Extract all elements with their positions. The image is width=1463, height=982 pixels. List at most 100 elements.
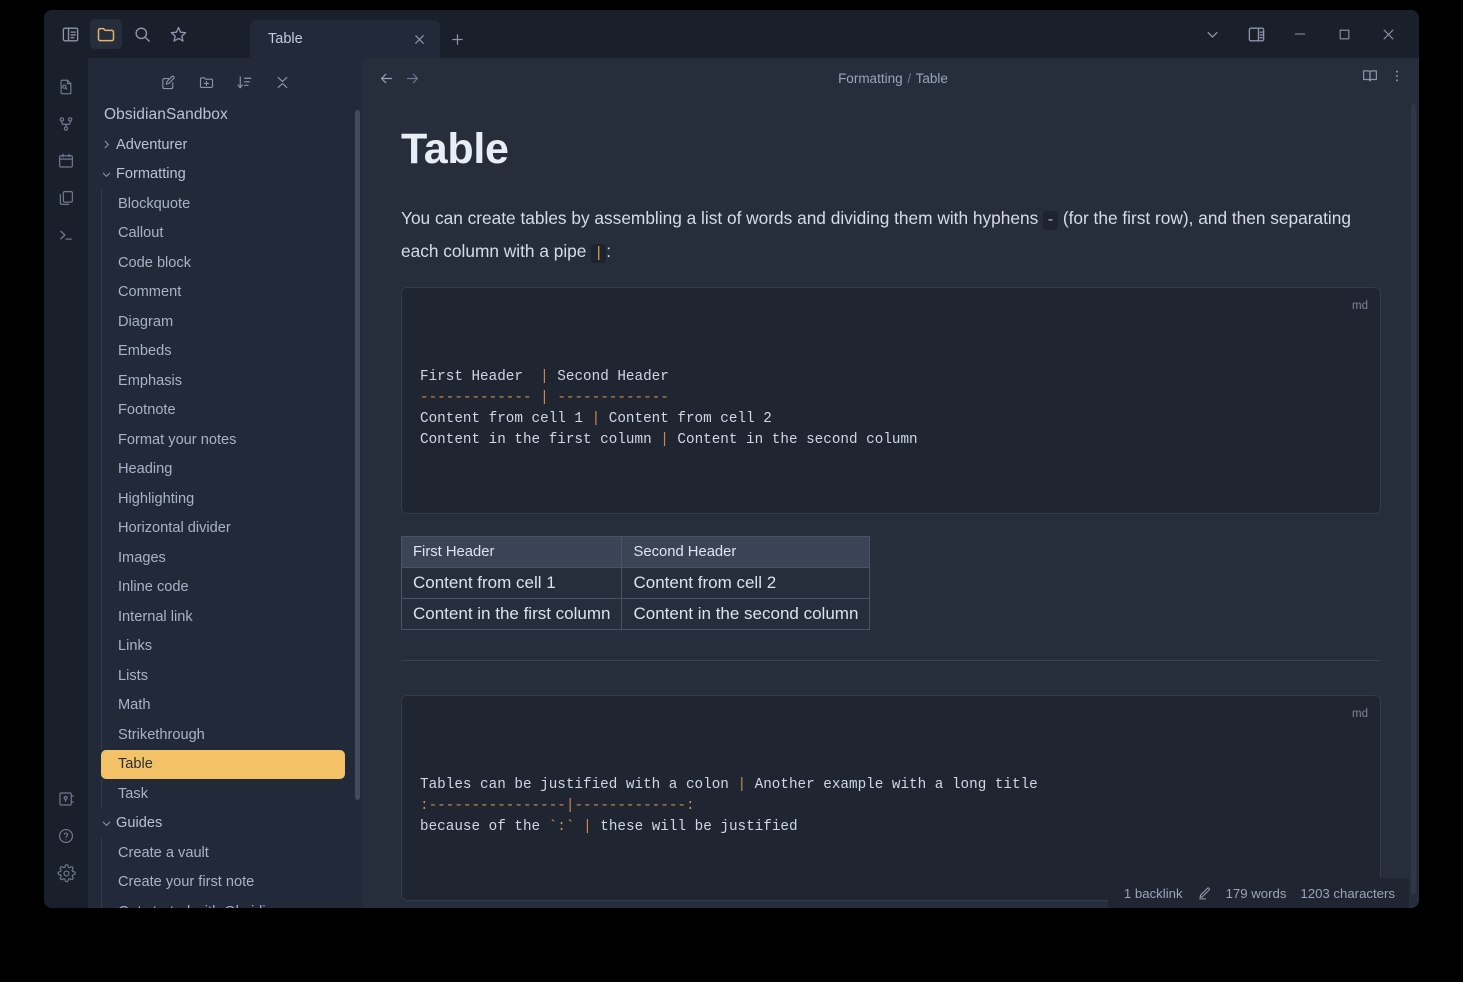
- document: Table You can create tables by assemblin…: [400, 98, 1381, 908]
- character-count[interactable]: 1203 characters: [1300, 886, 1395, 901]
- copy-files-icon[interactable]: [51, 181, 81, 215]
- tree-item-guides[interactable]: Guides: [88, 809, 363, 839]
- paragraph-1: You can create tables by assembling a li…: [401, 203, 1381, 269]
- new-note-icon[interactable]: [158, 71, 180, 93]
- back-arrow-icon[interactable]: [373, 65, 399, 91]
- collapse-all-icon[interactable]: [272, 71, 294, 93]
- table-row: Content from cell 1 Content from cell 2: [400, 567, 871, 600]
- tree-item-horizontal-divider[interactable]: Horizontal divider: [101, 513, 363, 543]
- code-line: Content in the first column | Content in…: [420, 432, 918, 449]
- breadcrumb-current[interactable]: Table: [916, 71, 948, 86]
- maximize-button[interactable]: [1323, 12, 1365, 56]
- tree-item-label: Format your notes: [118, 431, 237, 448]
- chevron-right-icon[interactable]: [98, 137, 114, 153]
- code-block-2-content: Tables can be justified with a colon | A…: [420, 775, 1362, 838]
- inline-code-hyphen: -: [1043, 211, 1059, 231]
- title-bar: Table: [44, 10, 1419, 58]
- pencil-icon[interactable]: [1197, 886, 1212, 901]
- tree-item-label: Inline code: [118, 579, 189, 596]
- tree-item-code-block[interactable]: Code block: [101, 248, 363, 278]
- tree-item-label: Code block: [118, 254, 192, 271]
- tree-item-adventurer[interactable]: Adventurer: [88, 130, 363, 160]
- tree-item-comment[interactable]: Comment: [101, 277, 363, 307]
- more-options-icon[interactable]: [1389, 68, 1405, 89]
- breadcrumb[interactable]: Formatting / Table: [425, 71, 1361, 86]
- tree-item-label: Embeds: [118, 343, 172, 360]
- tree-item-create-your-first-note[interactable]: Create your first note: [101, 867, 363, 897]
- tree-item-blockquote[interactable]: Blockquote: [101, 189, 363, 219]
- document-scroll-area[interactable]: Table You can create tables by assemblin…: [363, 98, 1419, 908]
- tree-item-callout[interactable]: Callout: [101, 218, 363, 248]
- tree-item-embeds[interactable]: Embeds: [101, 336, 363, 366]
- tree-item-get-started-with-obsidian[interactable]: Get started with Obsidian: [101, 897, 363, 908]
- terminal-icon[interactable]: [51, 218, 81, 252]
- minimize-button[interactable]: [1279, 12, 1321, 56]
- tree-item-strikethrough[interactable]: Strikethrough: [101, 720, 363, 750]
- help-icon[interactable]: [51, 819, 81, 853]
- vault-name: ObsidianSandbox: [104, 106, 228, 123]
- close-icon[interactable]: [408, 28, 430, 50]
- word-count[interactable]: 179 words: [1226, 886, 1287, 901]
- obsidian-window: Table ObsidianSandbox Adventurer Formatt…: [44, 10, 1419, 908]
- settings-gear-icon[interactable]: [51, 856, 81, 890]
- code-block-1-language: md: [1352, 300, 1368, 313]
- tree-item-label: Lists: [118, 667, 149, 684]
- close-button[interactable]: [1367, 12, 1409, 56]
- code-line: First Header | Second Header: [420, 369, 669, 386]
- graph-view-icon[interactable]: [51, 107, 81, 141]
- reading-view-icon[interactable]: [1361, 67, 1379, 90]
- tree-item-label: Horizontal divider: [118, 520, 231, 537]
- tree-item-label: Formatting: [116, 166, 186, 183]
- tree-item-format-your-notes[interactable]: Format your notes: [101, 425, 363, 455]
- tree-item-label: Links: [118, 638, 153, 655]
- tree-item-task[interactable]: Task: [101, 779, 363, 809]
- tree-item-math[interactable]: Math: [101, 690, 363, 720]
- tree-item-formatting[interactable]: Formatting: [88, 160, 363, 190]
- tab-strip: Table: [202, 10, 1191, 58]
- table-1-cell-1-1: Content from cell 1: [400, 567, 623, 600]
- tree-item-inline-code[interactable]: Inline code: [101, 572, 363, 602]
- tree-item-label: Blockquote: [118, 195, 191, 212]
- chevron-down-icon[interactable]: [98, 166, 114, 182]
- tree-item-label: Adventurer: [116, 136, 188, 153]
- tree-item-label: Heading: [118, 461, 173, 478]
- toggle-left-sidebar-button[interactable]: [54, 19, 86, 49]
- tree-item-label: Diagram: [118, 313, 174, 330]
- new-tab-button[interactable]: [440, 20, 474, 58]
- tree-item-heading[interactable]: Heading: [101, 454, 363, 484]
- tree-item-label: Strikethrough: [118, 726, 205, 743]
- files-button[interactable]: [90, 19, 122, 49]
- calendar-icon[interactable]: [51, 144, 81, 178]
- tree-item-label: Math: [118, 697, 151, 714]
- tree-item-lists[interactable]: Lists: [101, 661, 363, 691]
- chevron-down-icon[interactable]: [1191, 12, 1233, 56]
- sort-order-icon[interactable]: [234, 71, 256, 93]
- chevron-down-icon[interactable]: [98, 815, 114, 831]
- tree-item-create-a-vault[interactable]: Create a vault: [101, 838, 363, 868]
- table-1-header-1: First Header: [400, 536, 623, 569]
- tree-item-emphasis[interactable]: Emphasis: [101, 366, 363, 396]
- tree-item-label: Create your first note: [118, 874, 255, 891]
- vault-switcher-icon[interactable]: [51, 782, 81, 816]
- tree-item-label: Images: [118, 549, 166, 566]
- explorer-scrollbar[interactable]: [355, 110, 360, 800]
- tab-table[interactable]: Table: [250, 20, 440, 58]
- right-sidebar-toggle-icon[interactable]: [1235, 12, 1277, 56]
- tree-item-label: Callout: [118, 225, 164, 242]
- search-icon[interactable]: [126, 19, 158, 49]
- forward-arrow-icon[interactable]: [399, 65, 425, 91]
- ribbon-top-buttons: [44, 10, 202, 58]
- tree-item-footnote[interactable]: Footnote: [101, 395, 363, 425]
- tree-item-links[interactable]: Links: [101, 631, 363, 661]
- new-folder-icon[interactable]: [196, 71, 218, 93]
- tree-item-internal-link[interactable]: Internal link: [101, 602, 363, 632]
- tree-item-images[interactable]: Images: [101, 543, 363, 573]
- backlink-count[interactable]: 1 backlink: [1124, 886, 1183, 901]
- breadcrumb-parent[interactable]: Formatting: [838, 71, 903, 86]
- tree-item-diagram[interactable]: Diagram: [101, 307, 363, 337]
- tree-item-highlighting[interactable]: Highlighting: [101, 484, 363, 514]
- editor-scrollbar[interactable]: [1411, 104, 1416, 894]
- tree-item-table[interactable]: Table: [101, 749, 345, 779]
- bookmarks-star-icon[interactable]: [162, 19, 194, 49]
- file-search-icon[interactable]: [51, 70, 81, 104]
